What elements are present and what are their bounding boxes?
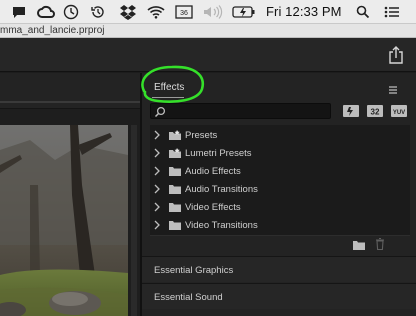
effects-search-input[interactable] xyxy=(150,103,331,119)
chevron-right-icon[interactable] xyxy=(153,184,161,194)
section-label: Essential Sound xyxy=(154,292,223,303)
monitor-tab-indicator xyxy=(0,101,140,103)
share-icon[interactable] xyxy=(388,46,404,64)
chevron-right-icon[interactable] xyxy=(153,220,161,230)
tree-item-video-effects[interactable]: Video Effects xyxy=(150,199,410,216)
yuv-effects-button[interactable]: YUV xyxy=(390,103,408,119)
yuv-label: YUV xyxy=(393,110,405,116)
highlight-circle xyxy=(141,65,205,103)
chevron-right-icon[interactable] xyxy=(153,202,161,212)
volume-icon[interactable] xyxy=(202,3,224,21)
section-essential-graphics[interactable]: Essential Graphics xyxy=(142,256,416,282)
tree-item-audio-effects[interactable]: Audio Effects xyxy=(150,163,410,180)
trash-icon[interactable] xyxy=(375,238,385,250)
program-monitor-panel xyxy=(0,73,140,316)
spotlight-icon[interactable] xyxy=(355,3,371,21)
folder-icon xyxy=(169,221,181,230)
folder-icon xyxy=(169,203,181,212)
folder-icon xyxy=(169,167,181,176)
chevron-right-icon[interactable] xyxy=(153,166,161,176)
chevron-right-icon[interactable] xyxy=(153,148,161,158)
svg-text:36: 36 xyxy=(180,10,188,17)
app-header xyxy=(0,38,416,72)
preset-folder-icon xyxy=(169,148,181,158)
search-icon xyxy=(154,105,166,118)
tree-item-label: Video Effects xyxy=(185,202,241,213)
tree-item-label: Audio Effects xyxy=(185,166,241,177)
tree-item-label: Video Transitions xyxy=(185,220,258,231)
section-label: Essential Graphics xyxy=(154,265,234,276)
macos-menu-bar: 36 Fri 12:33 PM xyxy=(0,0,416,24)
menubar-clock[interactable]: Fri 12:33 PM xyxy=(266,4,342,19)
32-bit-label: 32 xyxy=(371,108,380,117)
notification-icon[interactable] xyxy=(10,3,28,21)
monitor-scrollbar[interactable] xyxy=(131,125,137,316)
effects-panel: Effects 32 YUV Presets Lumetri Presets A… xyxy=(141,65,416,316)
tree-item-audio-transitions[interactable]: Audio Transitions xyxy=(150,181,410,198)
video-preview-frame[interactable] xyxy=(0,125,128,316)
clock-icon[interactable] xyxy=(62,3,80,21)
effects-tree: Presets Lumetri Presets Audio Effects Au… xyxy=(150,125,410,236)
chevron-right-icon[interactable] xyxy=(153,130,161,140)
tree-item-label: Presets xyxy=(185,130,218,141)
preset-folder-icon xyxy=(169,130,181,140)
tree-item-lumetri-presets[interactable]: Lumetri Presets xyxy=(150,145,410,162)
32-bit-effects-button[interactable]: 32 xyxy=(366,103,384,119)
menu-list-icon[interactable] xyxy=(384,3,400,21)
section-essential-sound[interactable]: Essential Sound xyxy=(142,283,416,309)
panel-menu-icon[interactable] xyxy=(388,82,398,94)
tree-item-presets[interactable]: Presets xyxy=(150,127,410,144)
tree-item-label: Audio Transitions xyxy=(185,184,258,195)
folder-icon xyxy=(169,185,181,194)
new-bin-icon[interactable] xyxy=(353,240,365,250)
monitor-tab-bar xyxy=(0,73,140,109)
project-filename: mma_and_lancie.prproj xyxy=(0,25,105,36)
creative-cloud-icon[interactable] xyxy=(36,3,56,21)
tree-item-video-transitions[interactable]: Video Transitions xyxy=(150,217,410,234)
dropbox-icon[interactable] xyxy=(118,3,138,21)
wifi-icon[interactable] xyxy=(146,3,166,21)
time-machine-icon[interactable] xyxy=(89,3,107,21)
battery-icon[interactable] xyxy=(232,3,256,21)
display-icon[interactable]: 36 xyxy=(174,3,194,21)
tree-item-label: Lumetri Presets xyxy=(185,148,252,159)
window-title-bar: mma_and_lancie.prproj xyxy=(0,24,416,38)
accelerated-effects-button[interactable] xyxy=(342,103,360,119)
